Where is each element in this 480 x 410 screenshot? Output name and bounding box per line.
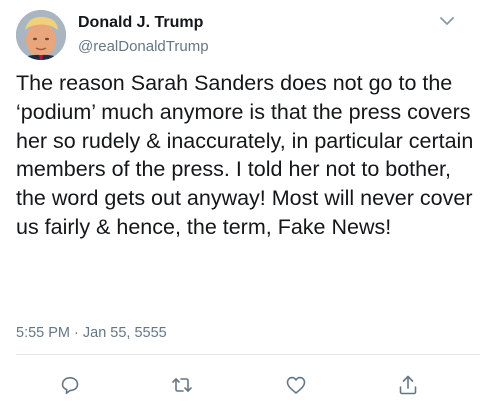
reply-icon[interactable] <box>58 373 82 397</box>
chevron-down-icon[interactable] <box>438 14 456 26</box>
tweet-timestamp[interactable]: 5:55 PM · Jan 55, 5555 <box>16 325 167 341</box>
share-icon[interactable] <box>396 373 420 397</box>
heart-icon[interactable] <box>284 373 308 397</box>
tweet-card: Donald J. Trump @realDonaldTrump The rea… <box>0 0 480 410</box>
divider <box>16 354 480 355</box>
retweet-icon[interactable] <box>170 373 194 397</box>
avatar[interactable] <box>16 10 66 60</box>
author-handle[interactable]: @realDonaldTrump <box>78 38 209 55</box>
author-name[interactable]: Donald J. Trump <box>78 14 203 32</box>
tweet-text: The reason Sarah Sanders does not go to … <box>16 71 480 239</box>
